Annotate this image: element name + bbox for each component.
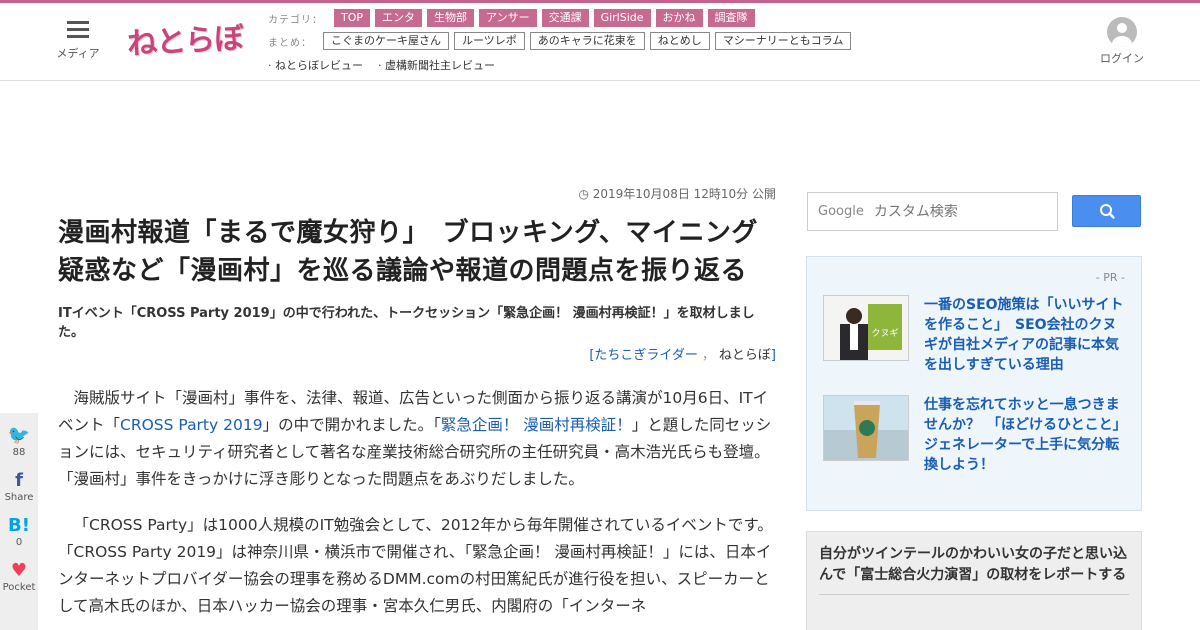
pocket-share-button[interactable]: ♥ Pocket [0,560,38,594]
login-button[interactable]: ログイン [1096,17,1148,66]
byline-close: ] [770,348,776,363]
pr-box: - PR - クヌギ 一番のSEO施策は「いいサイトを作ること」 SEO会社のク… [806,256,1142,511]
category-tag-girlside[interactable]: GirlSide [593,9,651,27]
summary-nav: まとめ： こぐまのケーキ屋さん ルーツレポ あのキャラに花束を ねとめし マシー… [268,32,852,50]
facebook-icon: f [15,470,23,491]
hatena-count: 0 [15,537,23,548]
session-link[interactable]: 緊急企画！ 漫画村再検証！ [441,416,632,434]
paragraph-1: 海賊版サイト「漫画村」事件を、法律、報道、広告といった側面から振り返る講演が10… [58,385,776,493]
author-link[interactable]: たちこぎライダー [594,348,697,363]
pr-thumbnail-brand-text: クヌギ [871,328,898,339]
hatena-share-button[interactable]: B! 0 [0,515,38,549]
search-icon [1100,204,1115,219]
summary-tag-roots[interactable]: ルーツレポ [454,32,525,50]
pr-item-title[interactable]: 一番のSEO施策は「いいサイトを作ること」 SEO会社のクヌギが自社メディアの記… [924,295,1127,375]
clock-icon: ◷ [578,187,593,201]
search-input[interactable] [873,203,1044,220]
pr-label: - PR - [1095,271,1125,284]
category-tag-top[interactable]: TOP [334,9,371,27]
facebook-share-button[interactable]: f Share [0,470,38,504]
user-avatar-icon [1107,17,1137,47]
category-nav: カテゴリ： TOP エンタ 生物部 アンサー 交通課 GirlSide おかね … [268,9,755,27]
twitter-count: 88 [12,447,26,458]
cross-party-link[interactable]: CROSS Party 2019 [120,416,263,434]
hatena-icon: B! [8,515,30,536]
review-link-kyoko[interactable]: · 虚構新聞社主レビュー [378,57,495,73]
related-article-box: 自分がツインテールのかわいい女の子だと思い込んで「富士総合火力演習」の取材をレポ… [806,531,1142,630]
search-button[interactable] [1072,195,1141,227]
category-tag-answer[interactable]: アンサー [479,9,537,27]
google-brand: Google [818,204,864,219]
site-header: メディア ねとらぼ カテゴリ： TOP エンタ 生物部 アンサー 交通課 Gir… [0,3,1200,81]
share-sidebar: 🐦 88 f Share B! 0 ♥ Pocket [0,413,38,630]
twitter-share-button[interactable]: 🐦 88 [0,425,38,459]
custom-search-box: Google [807,192,1058,231]
pocket-icon: ♥ [10,560,28,581]
review-nav: · ねとらぼレビュー · 虚構新聞社主レビュー [268,57,505,73]
category-label: カテゴリ： [268,14,323,26]
category-tag-chousatai[interactable]: 調査隊 [707,9,755,27]
summary-tag-netomeshi[interactable]: ねとめし [649,32,710,50]
category-tag-koutsuuka[interactable]: 交通課 [541,9,589,27]
site-logo[interactable]: ねとらぼ [126,13,244,63]
media-menu-label: メディア [56,47,100,60]
article-byline: [たちこぎライダー，ねとらぼ] [58,344,776,363]
summary-tag-machinery[interactable]: マシーナリーともコラム [714,32,852,50]
summary-label: まとめ： [268,37,312,49]
paragraph-2: 「CROSS Party」は1000人規模のIT勉強会として、2012年から毎年… [58,516,773,615]
facebook-count: Share [4,492,34,503]
summary-tag-hanataba[interactable]: あのキャラに花束を [529,32,645,50]
divider [819,594,1129,595]
publish-date-text: 2019年10月08日 12時10分 公開 [592,187,776,201]
byline-separator: ， [701,348,715,363]
category-tag-okane[interactable]: おかね [655,9,703,27]
pocket-count: Pocket [2,582,36,593]
category-tag-enta[interactable]: エンタ [375,9,423,27]
article-body: 海賊版サイト「漫画村」事件を、法律、報道、広告といった側面から振り返る講演が10… [58,385,776,620]
paragraph-1-text-b: 」の中で開かれました。「 [262,416,441,434]
pr-thumbnail-person: クヌギ [823,295,909,361]
pr-thumbnail-drink [823,395,909,461]
hamburger-icon [67,21,89,39]
publish-date: ◷ 2019年10月08日 12時10分 公開 [58,185,776,202]
drink-photo-icon [824,396,908,460]
article: ◷ 2019年10月08日 12時10分 公開 漫画村報道「まるで魔女狩り」 ブ… [58,185,776,630]
byline-source: ねとらぼ [718,348,771,363]
summary-tag-koguma[interactable]: こぐまのケーキ屋さん [323,32,449,50]
category-tag-seibutsubu[interactable]: 生物部 [427,9,475,27]
article-subtitle: ITイベント「CROSS Party 2019」の中で行われた、トークセッション… [58,306,755,340]
media-menu-button[interactable]: メディア [52,21,104,61]
login-label: ログイン [1100,52,1144,65]
twitter-icon: 🐦 [7,425,31,446]
related-article-title[interactable]: 自分がツインテールのかわいい女の子だと思い込んで「富士総合火力演習」の取材をレポ… [819,544,1129,586]
review-link-netorabo[interactable]: · ねとらぼレビュー [268,57,363,73]
person-photo-icon: クヌギ [824,296,908,360]
pr-item-title[interactable]: 仕事を忘れてホッと一息つきませんか？ 「ほどけるひとこと」ジェネレーターで上手に… [924,395,1127,475]
article-title: 漫画村報道「まるで魔女狩り」 ブロッキング、マイニング疑惑など「漫画村」を巡る議… [58,218,758,286]
